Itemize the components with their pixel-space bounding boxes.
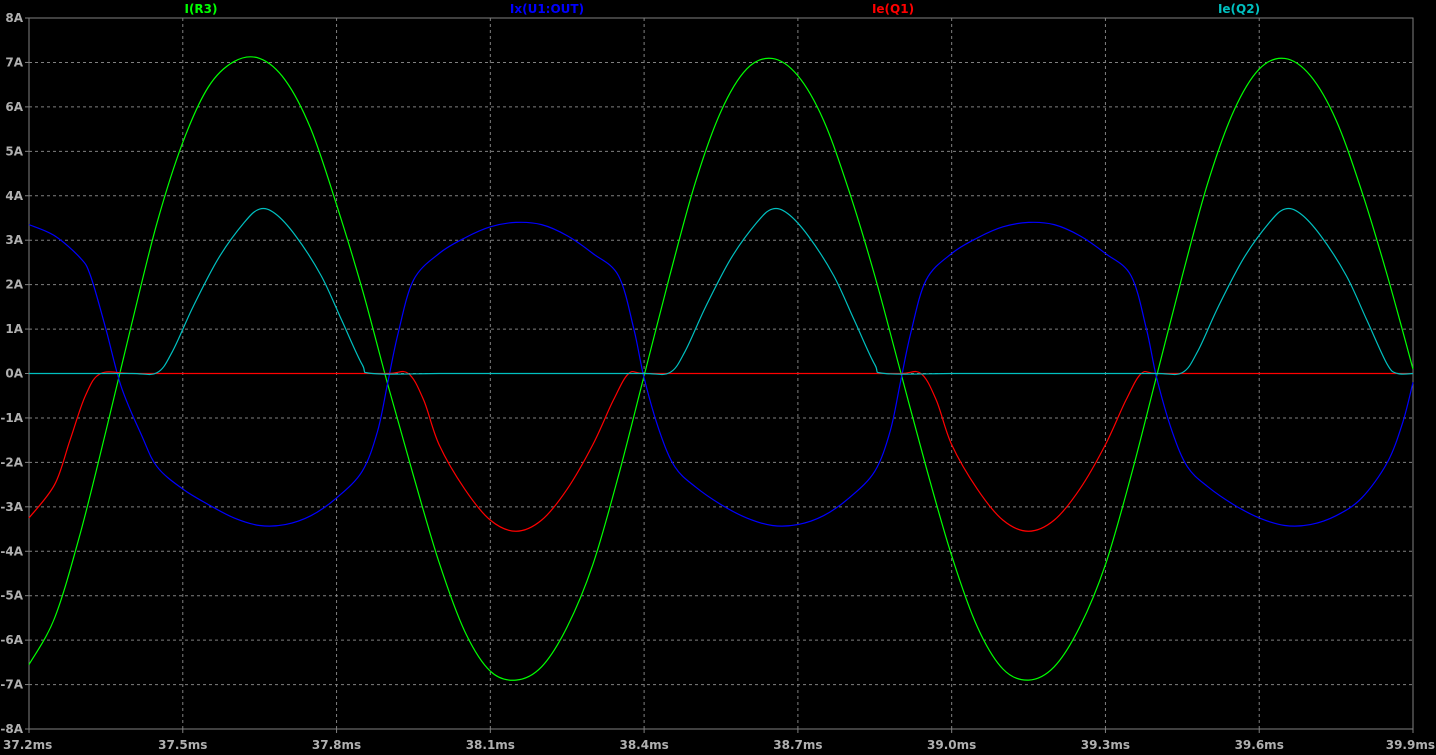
series-trace-ie-q2[interactable]	[28, 207, 1414, 376]
x-tick-label: 38.4ms	[619, 738, 668, 752]
x-tick-label: 39.0ms	[927, 738, 976, 752]
y-tick-label: -6A	[0, 633, 23, 647]
y-tick-label: 8A	[5, 11, 23, 25]
x-tick-label: 39.3ms	[1081, 738, 1130, 752]
plot-frame	[25, 17, 1414, 733]
x-tick-label: 37.8ms	[312, 738, 361, 752]
x-tick-label: 37.2ms	[3, 738, 52, 752]
x-tick-label: 37.5ms	[158, 738, 207, 752]
legend-entry[interactable]: Ie(Q1)	[872, 2, 914, 16]
y-tick-label: -7A	[0, 678, 23, 692]
y-tick-label: 6A	[5, 100, 23, 114]
y-tick-label: -3A	[0, 500, 23, 514]
y-tick-label: 7A	[5, 55, 23, 69]
waveform-plot: I(R3) Ix(U1:OUT) Ie(Q1) Ie(Q2) 8A 7A 6A 5A 4A 3A…	[0, 2, 1435, 752]
y-tick-label: -5A	[0, 589, 23, 603]
y-tick-label: 1A	[5, 322, 23, 336]
x-axis-tick-labels: 37.2ms 37.5ms 37.8ms 38.1ms 38.4ms 38.7ms 39.0…	[3, 738, 1435, 752]
x-tick-label: 38.1ms	[466, 738, 515, 752]
legend-entry[interactable]: Ie(Q2)	[1218, 2, 1260, 16]
y-tick-label: 0A	[5, 367, 23, 381]
series-traces	[28, 56, 1414, 681]
y-tick-label: -8A	[0, 722, 23, 736]
x-tick-label: 38.7ms	[773, 738, 822, 752]
trace-legend: I(R3) Ix(U1:OUT) Ie(Q1) Ie(Q2)	[184, 2, 1260, 16]
y-tick-label: 5A	[5, 144, 23, 158]
y-tick-label: 4A	[5, 189, 23, 203]
y-axis-tick-labels: 8A 7A 6A 5A 4A 3A 2A 1A 0A -1A -2A -3A -4A -5A -6A -7A -…	[0, 11, 23, 736]
series-trace-i-r3[interactable]	[28, 56, 1414, 681]
y-tick-label: -1A	[0, 411, 23, 425]
x-tick-label: 39.6ms	[1235, 738, 1284, 752]
y-tick-label: -2A	[0, 455, 23, 469]
legend-entry[interactable]: I(R3)	[184, 2, 217, 16]
legend-entry[interactable]: Ix(U1:OUT)	[510, 2, 584, 16]
x-tick-label: 39.9ms	[1386, 738, 1435, 752]
y-tick-label: -4A	[0, 544, 23, 558]
y-tick-label: 3A	[5, 233, 23, 247]
y-tick-label: 2A	[5, 278, 23, 292]
series-trace-ix-u1-out[interactable]	[28, 221, 1414, 527]
